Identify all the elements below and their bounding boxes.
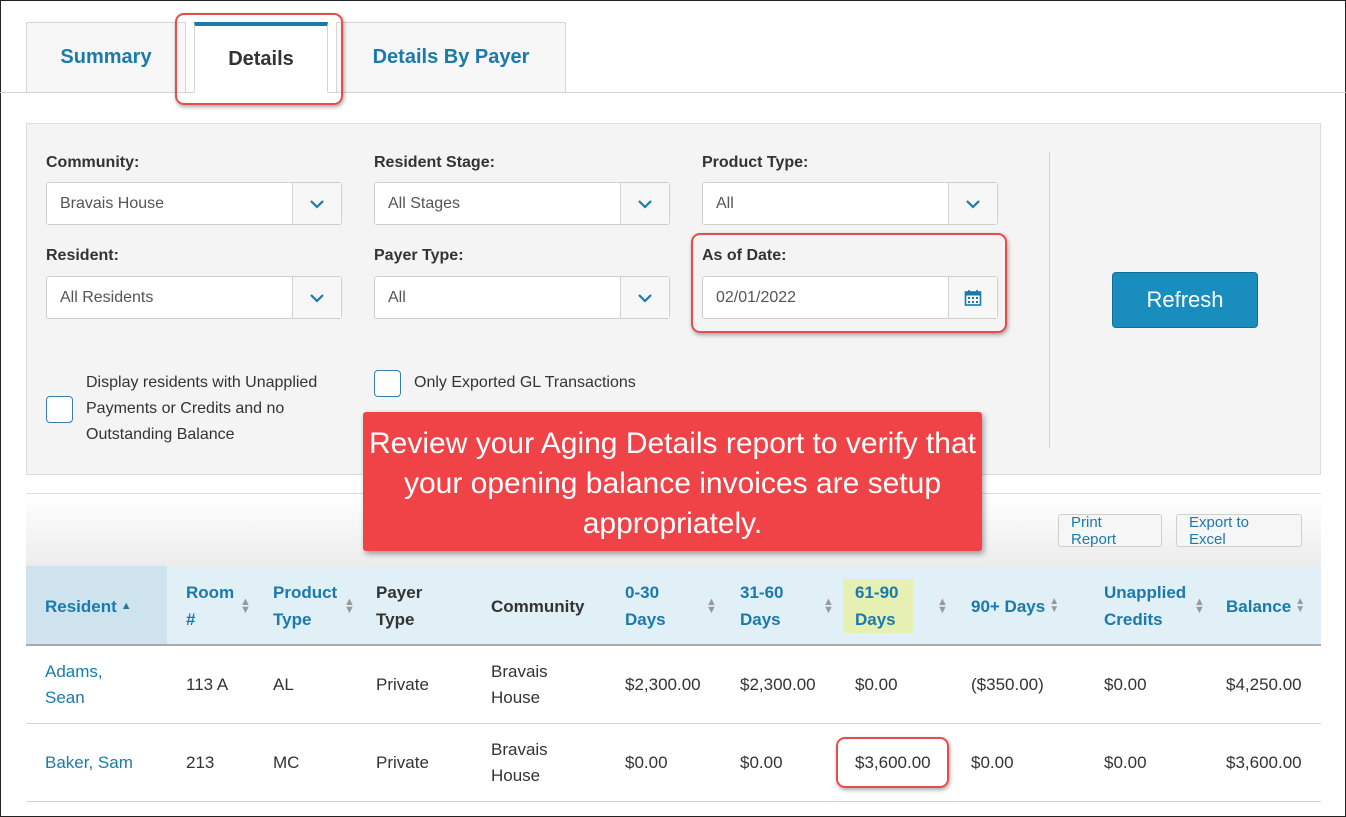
th-community: Community (491, 566, 601, 646)
th-31-60-days[interactable]: 31-60 Days ▲ ▼ (740, 566, 834, 646)
table-cell: $0.00 (625, 753, 668, 772)
table-cell: 113 A (186, 675, 229, 694)
community-select[interactable]: Bravais House (46, 182, 342, 225)
as-of-date-input[interactable]: 02/01/2022 (702, 276, 998, 319)
th-product-type-label: Product Type (273, 583, 338, 629)
table-cell: Bravais House (491, 740, 548, 785)
product-type-value: All (716, 195, 734, 212)
th-0-30-days[interactable]: 0-30 Days ▲ ▼ (625, 566, 717, 646)
resident-select[interactable]: All Residents (46, 276, 342, 319)
th-resident[interactable]: Resident ▲ (45, 566, 165, 646)
th-31-60-days-label: 31-60 Days (740, 583, 784, 629)
resident-stage-label: Resident Stage: (374, 154, 495, 171)
community-select-value: Bravais House (60, 195, 165, 212)
table-cell: Bravais House (491, 662, 548, 707)
th-balance-label: Balance (1226, 596, 1292, 616)
tab-summary[interactable]: Summary (26, 22, 186, 93)
th-90-plus-days[interactable]: 90+ Days ▲ ▼ (971, 566, 1081, 646)
th-room-label: Room # (186, 583, 235, 629)
export-to-excel-button[interactable]: Export to Excel (1176, 514, 1302, 548)
payer-type-value: All (388, 289, 406, 306)
table-row: Adams, Sean 113 A AL Private Bravais Hou… (26, 646, 1321, 724)
tab-details[interactable]: Details (194, 22, 328, 93)
table-cell: ($350.00) (971, 675, 1044, 694)
tab-details-by-payer-label: Details By Payer (372, 46, 530, 68)
sort-icon: ▲ ▼ (1194, 596, 1205, 616)
resident-select-value: All Residents (60, 289, 154, 306)
table-cell: $0.00 (855, 675, 898, 694)
filter-divider (1049, 152, 1050, 448)
table-cell: $3,600.00 (1226, 753, 1302, 772)
chevron-down-icon[interactable] (620, 183, 669, 224)
chevron-down-icon[interactable] (292, 277, 341, 318)
table-cell: MC (273, 753, 300, 772)
table-cell: 213 (186, 753, 215, 772)
sort-icon: ▲ ▼ (344, 596, 355, 616)
th-payer-type: Payer Type (376, 566, 466, 646)
payer-type-select[interactable]: All (374, 276, 670, 319)
print-report-button[interactable]: Print Report (1058, 514, 1162, 548)
exported-gl-checkbox[interactable] (374, 370, 401, 397)
resident-link[interactable]: Baker, Sam (45, 724, 165, 802)
sort-icon: ▲ ▼ (240, 596, 251, 616)
table-cell: $2,300.00 (740, 675, 816, 694)
th-product-type[interactable]: Product Type ▲ ▼ (273, 566, 363, 646)
th-unapplied-credits[interactable]: Unapplied Credits ▲ ▼ (1104, 566, 1205, 646)
sort-icon: ▲ ▼ (1295, 596, 1306, 615)
sort-icon: ▲ ▼ (1049, 596, 1060, 615)
calendar-icon[interactable] (948, 277, 997, 318)
table-cell: Private (376, 753, 429, 772)
sort-icon: ▲ ▼ (937, 596, 948, 616)
chevron-down-icon[interactable] (948, 183, 997, 224)
table-cell: $0.00 (740, 753, 783, 772)
payer-type-label: Payer Type: (374, 247, 464, 264)
table-cell: $4,250.00 (1226, 675, 1302, 694)
sort-icon: ▲ ▼ (706, 596, 717, 616)
resident-stage-value: All Stages (388, 195, 461, 212)
community-label: Community: (46, 154, 140, 171)
th-resident-label: Resident (45, 596, 117, 616)
refresh-button[interactable]: Refresh (1112, 272, 1258, 328)
resident-link[interactable]: Adams, Sean (45, 646, 125, 724)
unapplied-payments-checkbox-label: Display residents with Unapplied Payment… (86, 374, 318, 443)
instruction-callout: Review your Aging Details report to veri… (363, 412, 982, 551)
th-unapplied-credits-label: Unapplied Credits (1104, 583, 1187, 629)
sort-icon: ▲ ▼ (823, 596, 834, 616)
as-of-date-label: As of Date: (702, 247, 787, 264)
resident-label: Resident: (46, 247, 119, 264)
table-cell: $3,600.00 (855, 753, 931, 772)
th-payer-type-label: Payer Type (376, 583, 423, 629)
th-61-90-days-label: 61-90 Days (843, 579, 913, 633)
tab-summary-label: Summary (60, 46, 152, 68)
th-0-30-days-label: 0-30 Days (625, 583, 666, 629)
unapplied-payments-checkbox[interactable] (46, 396, 73, 423)
tab-details-label: Details (228, 47, 294, 70)
table-cell: $2,300.00 (625, 675, 701, 694)
resident-stage-select[interactable]: All Stages (374, 182, 670, 225)
table-cell: $0.00 (1104, 753, 1147, 772)
th-balance[interactable]: Balance ▲ ▼ (1226, 566, 1321, 646)
table-cell: AL (273, 675, 294, 694)
table-cell: $0.00 (971, 753, 1014, 772)
table-row: Baker, Sam 213 MC Private Bravais House … (26, 724, 1321, 802)
chevron-down-icon[interactable] (292, 183, 341, 224)
tab-details-by-payer[interactable]: Details By Payer (336, 22, 566, 93)
table-header: Resident ▲ Room # ▲ ▼ Product Type ▲ ▼ Payer … (26, 566, 1321, 646)
th-61-90-days[interactable]: 61-90 Days ▲ ▼ (843, 566, 948, 646)
th-community-label: Community (491, 596, 585, 616)
product-type-label: Product Type: (702, 154, 809, 171)
th-room[interactable]: Room # ▲ ▼ (186, 566, 252, 646)
product-type-select[interactable]: All (702, 182, 998, 225)
exported-gl-checkbox-label: Only Exported GL Transactions (414, 374, 636, 391)
table-cell: $0.00 (1104, 675, 1147, 694)
chevron-down-icon[interactable] (620, 277, 669, 318)
table-cell: Private (376, 675, 429, 694)
sort-asc-icon: ▲ (120, 599, 132, 612)
th-90-plus-days-label: 90+ Days (971, 596, 1046, 616)
as-of-date-value: 02/01/2022 (716, 289, 797, 306)
